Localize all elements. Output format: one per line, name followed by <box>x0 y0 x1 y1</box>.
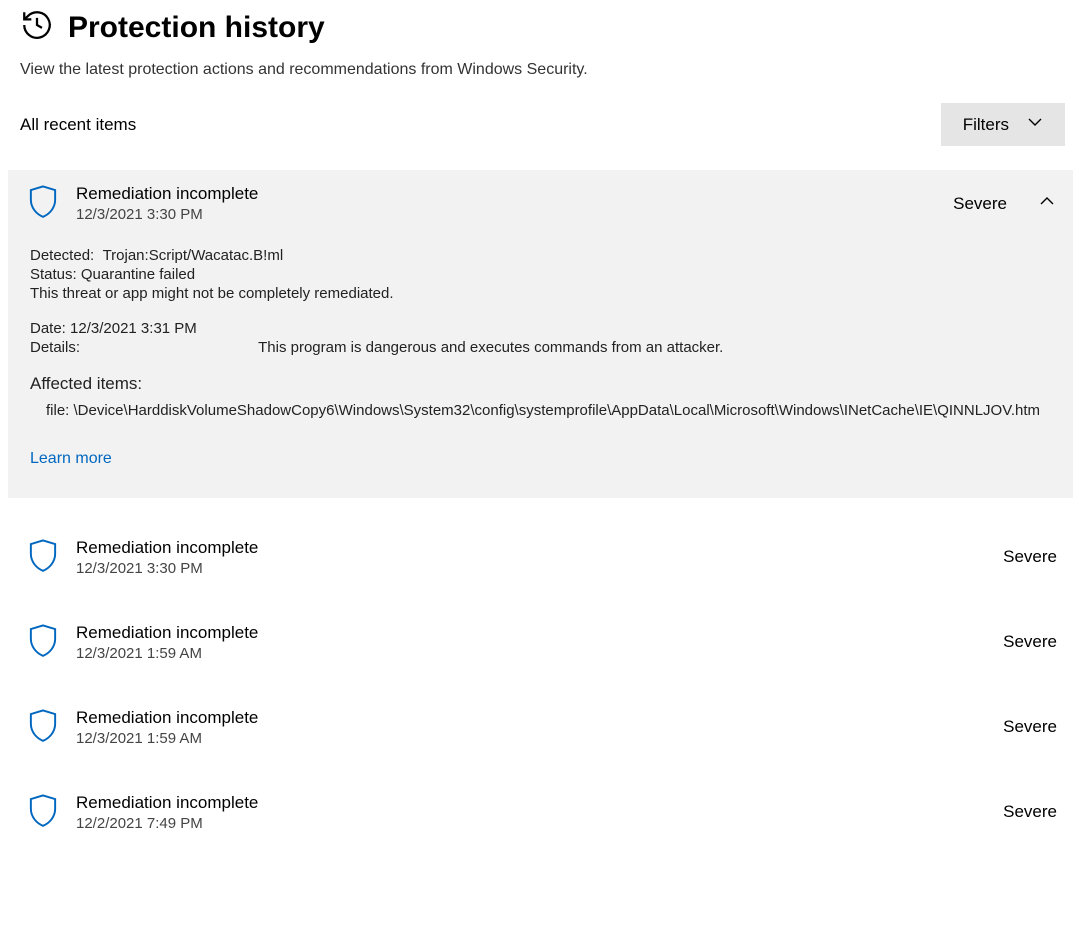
history-item: Remediation incomplete 12/3/2021 1:59 AM… <box>12 686 1065 771</box>
filters-button[interactable]: Filters <box>941 103 1065 146</box>
item-title: Remediation incomplete <box>76 538 985 558</box>
shield-icon <box>28 708 58 747</box>
shield-icon <box>28 184 58 223</box>
history-item: Remediation incomplete 12/2/2021 7:49 PM… <box>12 771 1065 856</box>
details-value: This program is dangerous and executes c… <box>258 339 723 356</box>
affected-file-path: file: \Device\HarddiskVolumeShadowCopy6\… <box>46 400 1053 422</box>
detected-value: Trojan:Script/Wacatac.B!ml <box>103 247 284 264</box>
history-item: Remediation incomplete 12/3/2021 1:59 AM… <box>12 601 1065 686</box>
item-details: Detected: Trojan:Script/Wacatac.B!ml Sta… <box>20 247 1063 498</box>
chevron-down-icon <box>1027 114 1043 135</box>
history-item-header[interactable]: Remediation incomplete 12/3/2021 1:59 AM… <box>12 601 1065 686</box>
learn-more-link[interactable]: Learn more <box>30 450 112 468</box>
severity-label: Severe <box>1003 547 1057 567</box>
shield-icon <box>28 793 58 832</box>
item-timestamp: 12/3/2021 3:30 PM <box>76 560 985 577</box>
status-label: Status: <box>30 266 77 283</box>
item-title: Remediation incomplete <box>76 184 935 204</box>
details-label: Details: <box>30 339 80 356</box>
shield-icon <box>28 623 58 662</box>
history-item-header[interactable]: Remediation incomplete 12/3/2021 3:30 PM… <box>12 516 1065 601</box>
severity-label: Severe <box>1003 717 1057 737</box>
history-item-header[interactable]: Remediation incomplete 12/3/2021 1:59 AM… <box>12 686 1065 771</box>
date-label: Date: <box>30 320 66 337</box>
status-note: This threat or app might not be complete… <box>30 285 1053 302</box>
item-title: Remediation incomplete <box>76 793 985 813</box>
history-item-header[interactable]: Remediation incomplete 12/2/2021 7:49 PM… <box>12 771 1065 856</box>
chevron-up-icon <box>1025 193 1055 214</box>
item-title: Remediation incomplete <box>76 708 985 728</box>
item-timestamp: 12/3/2021 3:30 PM <box>76 206 935 223</box>
history-item: Remediation incomplete 12/3/2021 3:30 PM… <box>12 516 1065 601</box>
detected-label: Detected: <box>30 247 94 264</box>
date-value: 12/3/2021 3:31 PM <box>70 320 197 337</box>
severity-label: Severe <box>1003 802 1057 822</box>
item-timestamp: 12/3/2021 1:59 AM <box>76 730 985 747</box>
page-title: Protection history <box>68 11 325 45</box>
affected-heading: Affected items: <box>30 374 1053 394</box>
history-item-header[interactable]: Remediation incomplete 12/3/2021 3:30 PM… <box>20 170 1063 247</box>
status-value: Quarantine failed <box>81 266 195 283</box>
item-timestamp: 12/2/2021 7:49 PM <box>76 815 985 832</box>
section-label: All recent items <box>20 115 136 135</box>
shield-icon <box>28 538 58 577</box>
severity-label: Severe <box>1003 632 1057 652</box>
page-subtitle: View the latest protection actions and r… <box>20 61 1065 79</box>
item-timestamp: 12/3/2021 1:59 AM <box>76 645 985 662</box>
history-item-expanded: Remediation incomplete 12/3/2021 3:30 PM… <box>8 170 1073 498</box>
severity-label: Severe <box>953 194 1007 214</box>
filters-label: Filters <box>963 115 1009 135</box>
item-title: Remediation incomplete <box>76 623 985 643</box>
history-icon <box>20 8 54 47</box>
